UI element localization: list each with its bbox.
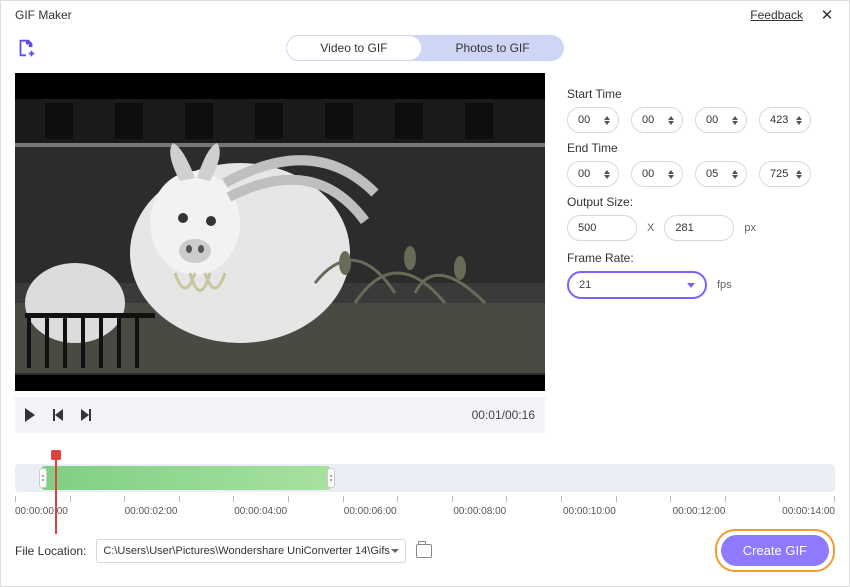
- output-size-label: Output Size:: [567, 195, 835, 209]
- end-time-label: End Time: [567, 141, 835, 155]
- end-seconds-input[interactable]: 05: [695, 161, 747, 187]
- output-width-input[interactable]: 500: [567, 215, 637, 241]
- create-gif-highlight: Create GIF: [715, 529, 835, 572]
- start-ms-input[interactable]: 423: [759, 107, 811, 133]
- file-location-field[interactable]: C:\Users\User\Pictures\Wondershare UniCo…: [96, 539, 406, 563]
- chevron-down-icon: [687, 283, 695, 288]
- video-preview: [15, 73, 545, 391]
- size-multiply: X: [647, 222, 654, 234]
- timeline-clip[interactable]: [41, 466, 331, 490]
- next-frame-button[interactable]: [81, 409, 91, 421]
- clip-start-handle[interactable]: [39, 468, 47, 488]
- play-icon[interactable]: [25, 408, 35, 422]
- app-logo-icon: [15, 37, 37, 59]
- frame-rate-select[interactable]: 21: [567, 271, 707, 299]
- prev-frame-button[interactable]: [53, 409, 63, 421]
- start-time-label: Start Time: [567, 87, 835, 101]
- playback-time: 00:01/00:16: [472, 408, 535, 422]
- output-height-input[interactable]: 281: [664, 215, 734, 241]
- close-icon[interactable]: ✕: [819, 6, 835, 24]
- clip-end-handle[interactable]: [327, 468, 335, 488]
- mode-tabs: Video to GIF Photos to GIF: [286, 35, 563, 61]
- feedback-link[interactable]: Feedback: [750, 8, 803, 22]
- px-unit: px: [744, 222, 756, 234]
- start-minutes-input[interactable]: 00: [631, 107, 683, 133]
- folder-icon[interactable]: [416, 544, 432, 558]
- playhead[interactable]: [55, 454, 57, 534]
- tab-photos-to-gif[interactable]: Photos to GIF: [422, 35, 564, 61]
- start-seconds-input[interactable]: 00: [695, 107, 747, 133]
- timeline-track[interactable]: [15, 464, 835, 492]
- end-minutes-input[interactable]: 00: [631, 161, 683, 187]
- app-title: GIF Maker: [15, 8, 72, 22]
- end-ms-input[interactable]: 725: [759, 161, 811, 187]
- file-location-label: File Location:: [15, 544, 86, 558]
- create-gif-button[interactable]: Create GIF: [721, 535, 829, 566]
- timeline-ticks: [15, 496, 835, 502]
- end-hours-input[interactable]: 00: [567, 161, 619, 187]
- chevron-down-icon[interactable]: [391, 549, 399, 553]
- frame-rate-label: Frame Rate:: [567, 251, 835, 265]
- timeline-ruler: 00:00:00:0000:00:02:0000:00:04:0000:00:0…: [15, 504, 835, 517]
- tab-video-to-gif[interactable]: Video to GIF: [286, 35, 421, 61]
- fps-unit: fps: [717, 279, 732, 291]
- start-hours-input[interactable]: 00: [567, 107, 619, 133]
